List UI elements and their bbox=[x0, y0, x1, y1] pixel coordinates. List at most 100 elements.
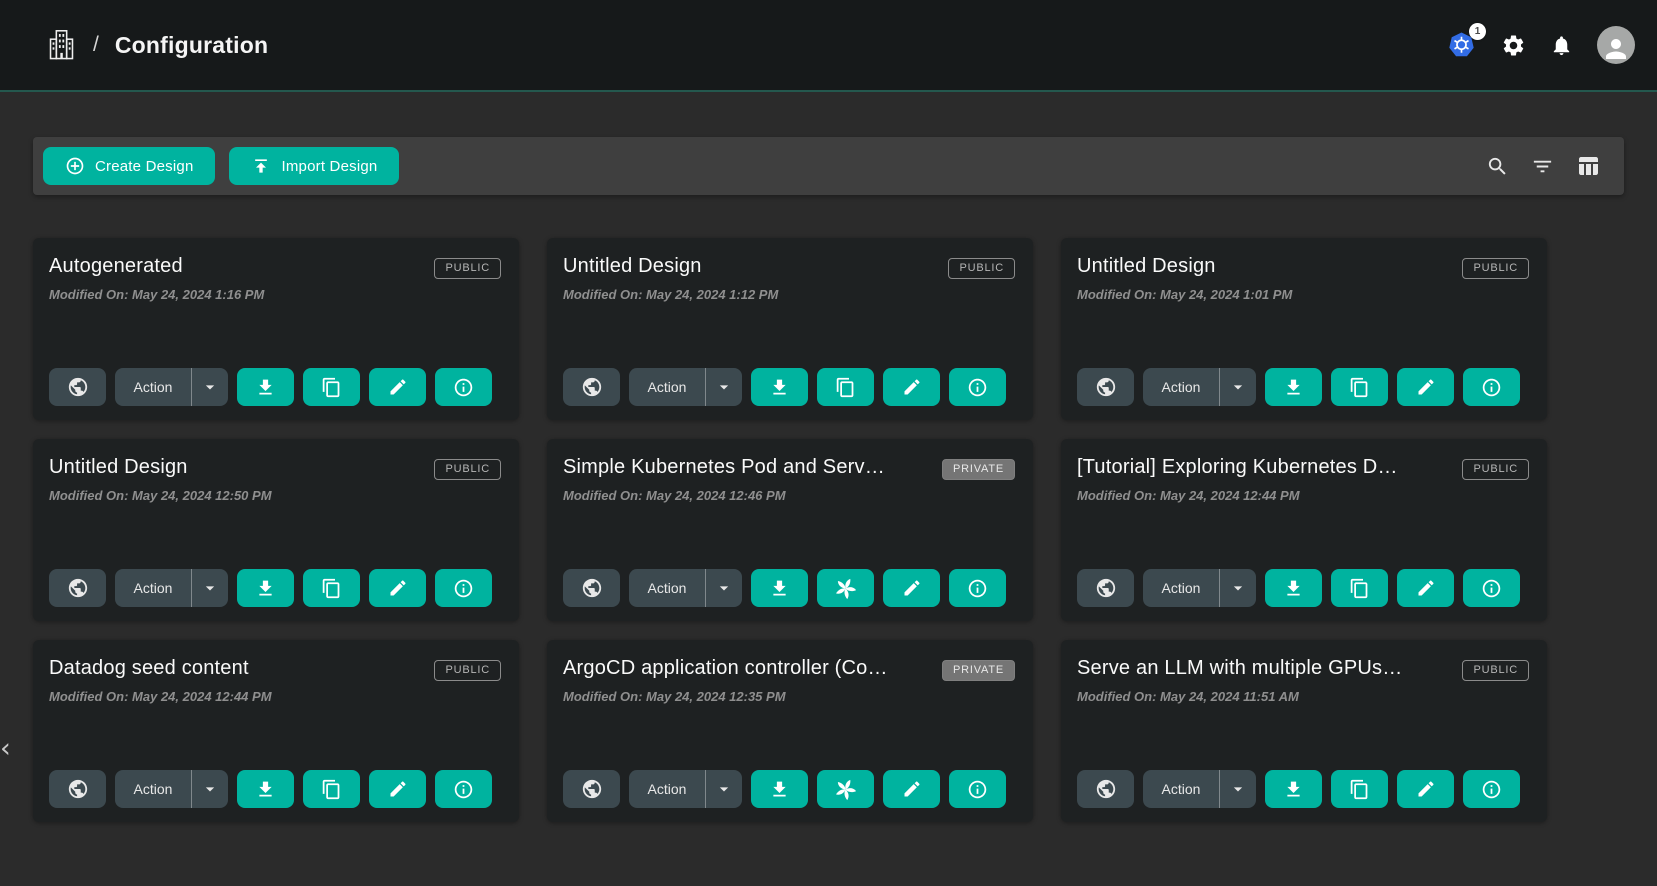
action-button-label: Action bbox=[648, 580, 687, 596]
notifications-button[interactable] bbox=[1550, 34, 1573, 57]
pencil-icon bbox=[1416, 377, 1436, 397]
visibility-globe-button[interactable] bbox=[563, 569, 620, 607]
deploy-spiral-button[interactable] bbox=[817, 569, 874, 607]
action-dropdown-button[interactable] bbox=[1220, 368, 1256, 406]
visibility-badge: PUBLIC bbox=[434, 258, 501, 279]
action-button[interactable]: Action bbox=[115, 770, 192, 808]
settings-button[interactable] bbox=[1501, 33, 1526, 58]
visibility-globe-button[interactable] bbox=[1077, 569, 1134, 607]
visibility-globe-button[interactable] bbox=[1077, 770, 1134, 808]
action-button[interactable]: Action bbox=[629, 368, 706, 406]
clone-button[interactable] bbox=[1331, 368, 1388, 406]
action-button[interactable]: Action bbox=[1143, 569, 1220, 607]
edit-button[interactable] bbox=[1397, 368, 1454, 406]
action-dropdown-button[interactable] bbox=[1220, 770, 1256, 808]
visibility-badge: PUBLIC bbox=[1462, 459, 1529, 480]
info-button[interactable] bbox=[435, 569, 492, 607]
edit-button[interactable] bbox=[883, 368, 940, 406]
visibility-globe-button[interactable] bbox=[563, 368, 620, 406]
info-button[interactable] bbox=[1463, 368, 1520, 406]
globe-icon bbox=[1095, 376, 1117, 398]
visibility-globe-button[interactable] bbox=[49, 368, 106, 406]
info-button[interactable] bbox=[949, 569, 1006, 607]
download-icon bbox=[1283, 377, 1304, 398]
import-design-button[interactable]: Import Design bbox=[229, 147, 399, 185]
info-button[interactable] bbox=[435, 368, 492, 406]
modified-date: Modified On: May 24, 2024 12:50 PM bbox=[49, 488, 503, 503]
pencil-icon bbox=[388, 578, 408, 598]
download-icon bbox=[769, 377, 790, 398]
drawer-collapse-toggle[interactable]: ‹ bbox=[0, 733, 18, 765]
download-icon bbox=[769, 779, 790, 800]
edit-button[interactable] bbox=[883, 569, 940, 607]
table-view-button[interactable] bbox=[1576, 154, 1600, 178]
globe-icon bbox=[67, 577, 89, 599]
info-button[interactable] bbox=[435, 770, 492, 808]
visibility-globe-button[interactable] bbox=[1077, 368, 1134, 406]
action-button[interactable]: Action bbox=[1143, 770, 1220, 808]
edit-button[interactable] bbox=[369, 770, 426, 808]
action-button[interactable]: Action bbox=[115, 368, 192, 406]
design-title: Untitled Design bbox=[563, 255, 702, 278]
action-dropdown-button[interactable] bbox=[192, 770, 228, 808]
info-icon bbox=[1481, 578, 1502, 599]
designs-toolbar: Create Design Import Design bbox=[33, 137, 1624, 195]
action-button-label: Action bbox=[1162, 781, 1201, 797]
organization-building-icon[interactable] bbox=[46, 27, 77, 63]
edit-button[interactable] bbox=[1397, 770, 1454, 808]
edit-button[interactable] bbox=[369, 368, 426, 406]
chevron-down-icon bbox=[200, 578, 220, 598]
info-button[interactable] bbox=[949, 770, 1006, 808]
action-button-label: Action bbox=[648, 379, 687, 395]
modified-date: Modified On: May 24, 2024 12:35 PM bbox=[563, 689, 1017, 704]
download-icon bbox=[1283, 578, 1304, 599]
download-button[interactable] bbox=[751, 569, 808, 607]
visibility-badge: PRIVATE bbox=[942, 660, 1015, 681]
download-button[interactable] bbox=[1265, 770, 1322, 808]
action-button[interactable]: Action bbox=[115, 569, 192, 607]
action-dropdown-button[interactable] bbox=[192, 569, 228, 607]
clone-button[interactable] bbox=[1331, 569, 1388, 607]
info-button[interactable] bbox=[1463, 569, 1520, 607]
edit-button[interactable] bbox=[369, 569, 426, 607]
action-button[interactable]: Action bbox=[629, 569, 706, 607]
download-button[interactable] bbox=[237, 368, 294, 406]
kubernetes-context-button[interactable]: 1 bbox=[1446, 30, 1477, 60]
download-button[interactable] bbox=[751, 368, 808, 406]
download-button[interactable] bbox=[1265, 569, 1322, 607]
globe-icon bbox=[581, 577, 603, 599]
visibility-globe-button[interactable] bbox=[49, 569, 106, 607]
info-button[interactable] bbox=[949, 368, 1006, 406]
action-split-button: Action bbox=[1143, 770, 1256, 808]
user-avatar[interactable] bbox=[1597, 26, 1635, 64]
info-button[interactable] bbox=[1463, 770, 1520, 808]
visibility-globe-button[interactable] bbox=[49, 770, 106, 808]
action-button[interactable]: Action bbox=[629, 770, 706, 808]
globe-icon bbox=[1095, 577, 1117, 599]
clone-button[interactable] bbox=[1331, 770, 1388, 808]
action-dropdown-button[interactable] bbox=[192, 368, 228, 406]
search-button[interactable] bbox=[1486, 155, 1509, 178]
action-dropdown-button[interactable] bbox=[706, 770, 742, 808]
action-dropdown-button[interactable] bbox=[706, 569, 742, 607]
create-design-button[interactable]: Create Design bbox=[43, 147, 215, 185]
download-button[interactable] bbox=[751, 770, 808, 808]
edit-button[interactable] bbox=[883, 770, 940, 808]
action-button[interactable]: Action bbox=[1143, 368, 1220, 406]
clone-button[interactable] bbox=[303, 368, 360, 406]
action-dropdown-button[interactable] bbox=[1220, 569, 1256, 607]
download-button[interactable] bbox=[237, 569, 294, 607]
copy-icon bbox=[1349, 377, 1370, 398]
filter-button[interactable] bbox=[1531, 155, 1554, 178]
download-button[interactable] bbox=[237, 770, 294, 808]
copy-icon bbox=[321, 779, 342, 800]
edit-button[interactable] bbox=[1397, 569, 1454, 607]
download-button[interactable] bbox=[1265, 368, 1322, 406]
action-dropdown-button[interactable] bbox=[706, 368, 742, 406]
deploy-spiral-button[interactable] bbox=[817, 770, 874, 808]
clone-button[interactable] bbox=[303, 569, 360, 607]
pencil-icon bbox=[902, 779, 922, 799]
visibility-globe-button[interactable] bbox=[563, 770, 620, 808]
clone-button[interactable] bbox=[817, 368, 874, 406]
clone-button[interactable] bbox=[303, 770, 360, 808]
